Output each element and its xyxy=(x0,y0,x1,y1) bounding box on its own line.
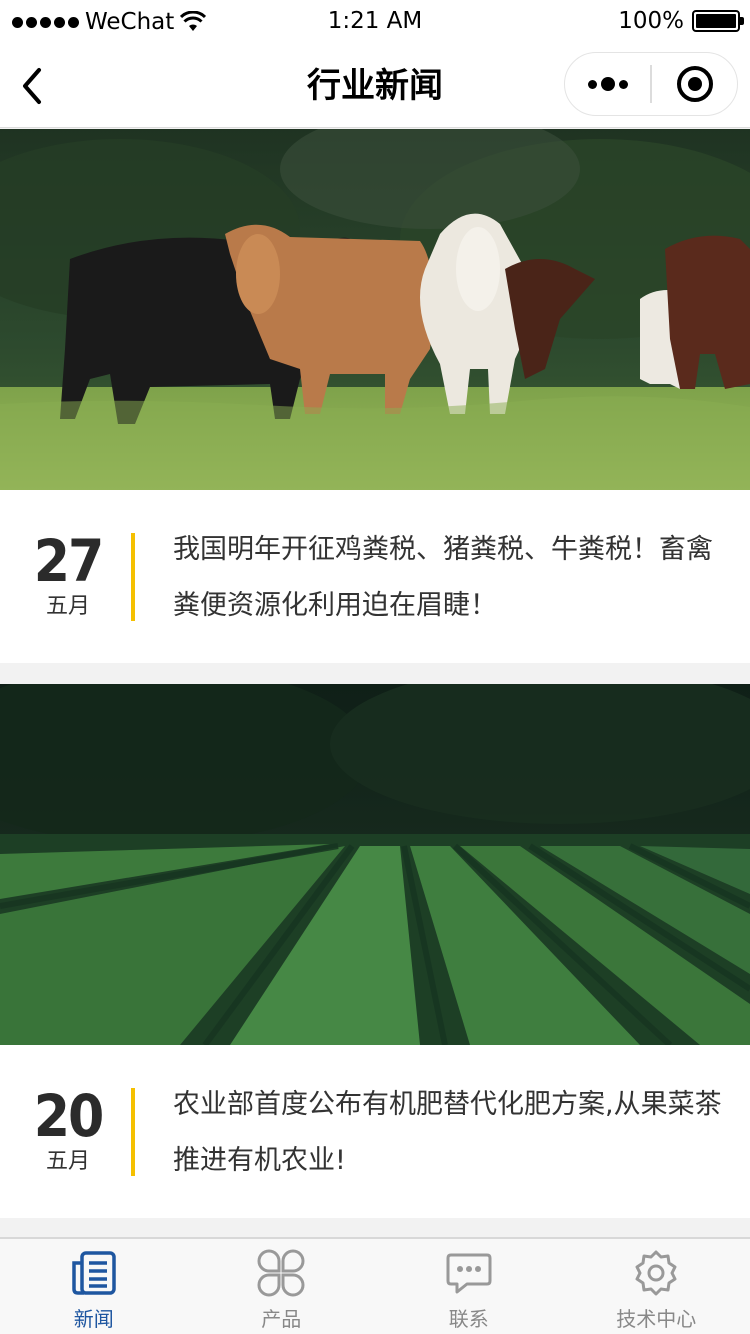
more-dots-icon-right xyxy=(618,79,628,89)
news-card[interactable]: 20 五月 农业部首度公布有机肥替代化肥方案,从果菜茶推进有机农业! xyxy=(0,684,750,1218)
grid-clover-icon xyxy=(257,1249,305,1297)
back-button[interactable] xyxy=(12,62,52,110)
news-title[interactable]: 我国明年开征鸡粪税、猪粪税、牛粪税！畜禽粪便资源化利用迫在眉睫！ xyxy=(173,522,723,634)
news-card[interactable]: 27 五月 我国明年开征鸡粪税、猪粪税、牛粪税！畜禽粪便资源化利用迫在眉睫！ xyxy=(0,129,750,663)
news-card-body: 20 五月 农业部首度公布有机肥替代化肥方案,从果菜茶推进有机农业! xyxy=(0,1045,750,1218)
more-dots-icon xyxy=(587,79,597,89)
status-bar: WeChat 1:21 AM 100% xyxy=(0,0,750,44)
tab-news[interactable]: 新闻 xyxy=(0,1239,188,1334)
news-card-body: 27 五月 我国明年开征鸡粪税、猪粪税、牛粪税！畜禽粪便资源化利用迫在眉睫！ xyxy=(0,490,750,663)
close-miniprogram-button[interactable] xyxy=(652,52,737,116)
battery-icon xyxy=(692,10,744,32)
tab-tech-center[interactable]: 技术中心 xyxy=(563,1239,750,1334)
chevron-left-icon xyxy=(23,68,41,104)
gear-icon xyxy=(635,1250,677,1296)
tea-field-photo xyxy=(0,684,750,1045)
tab-products[interactable]: 产品 xyxy=(188,1239,376,1334)
miniprogram-capsule xyxy=(564,52,738,116)
news-day: 20 xyxy=(33,1082,105,1150)
news-date: 27 五月 xyxy=(28,530,108,622)
news-date: 20 五月 xyxy=(28,1085,108,1177)
more-dots-icon-center xyxy=(600,77,615,91)
more-button[interactable] xyxy=(565,52,650,116)
tab-label: 联系 xyxy=(448,1307,489,1331)
battery-percent: 100% xyxy=(618,8,684,34)
news-feed: 27 五月 我国明年开征鸡粪税、猪粪税、牛粪税！畜禽粪便资源化利用迫在眉睫！ 2… xyxy=(0,129,750,1239)
tab-label: 产品 xyxy=(261,1307,302,1331)
accent-bar xyxy=(131,1088,135,1176)
tab-label: 技术中心 xyxy=(616,1307,697,1331)
news-month: 五月 xyxy=(45,594,90,619)
news-month: 五月 xyxy=(45,1149,90,1174)
chat-bubble-icon xyxy=(446,1253,492,1294)
cattle-pasture-photo xyxy=(0,129,750,490)
battery-fill xyxy=(696,14,736,28)
tab-label: 新闻 xyxy=(73,1307,114,1331)
target-circle-icon xyxy=(676,66,713,102)
news-day: 27 xyxy=(33,527,105,595)
tab-bar: 新闻 产品 联系 技术中心 xyxy=(0,1237,750,1334)
nav-bar: 行业新闻 xyxy=(0,44,750,128)
status-right: 100% xyxy=(618,8,744,34)
accent-bar xyxy=(131,533,135,621)
tab-contact[interactable]: 联系 xyxy=(375,1239,563,1334)
news-list-icon xyxy=(72,1251,116,1295)
news-title[interactable]: 农业部首度公布有机肥替代化肥方案,从果菜茶推进有机农业! xyxy=(173,1077,723,1189)
